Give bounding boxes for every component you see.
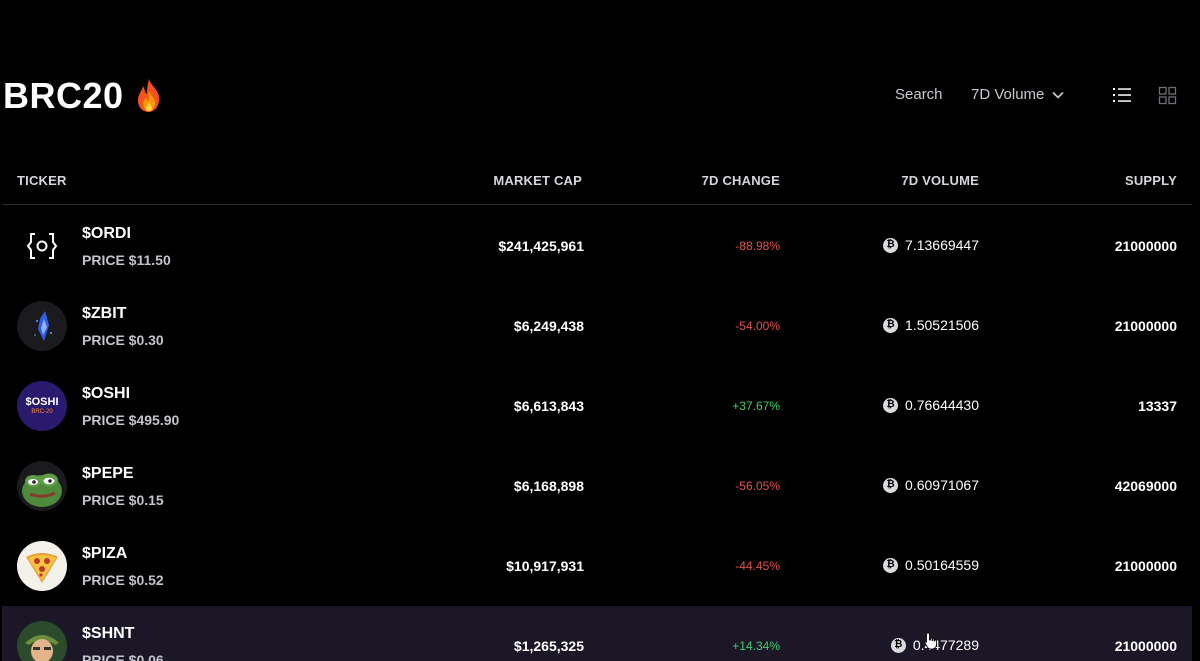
row-7d-volume-value: 0.50164559 [905,557,979,573]
row-7d-volume-value: 7.13669447 [905,237,979,253]
row-7d-volume-value: 0.60971067 [905,477,979,493]
pepe-frog-icon [17,461,67,511]
row-market-cap: $6,249,438 [513,318,584,334]
bitcoin-icon: ₿ [883,557,899,573]
search-button[interactable]: Search [895,86,943,103]
grid-view-icon[interactable] [1158,86,1178,106]
row-7d-change: +37.67% [732,399,780,413]
row-7d-volume-value: 0.4477289 [912,637,979,653]
table-row[interactable]: $OSHI BRC-20 $OSHI PRICE $495.90 $6,613,… [2,366,1192,446]
row-market-cap: $241,425,961 [498,238,584,254]
row-market-cap: $10,917,931 [506,558,584,574]
column-header-ticker[interactable]: TICKER [17,173,67,188]
row-price: PRICE $495.90 [82,412,180,428]
row-ticker: $PIZA [82,545,128,562]
page-title-text: BRC20 [3,75,124,116]
page-title: BRC20 [3,74,164,118]
row-market-cap: $6,613,843 [513,398,584,414]
row-ticker: $ZBIT [82,305,127,322]
column-header-market-cap[interactable]: MARKET CAP [493,173,582,188]
row-ticker: $OSHI [82,385,131,402]
row-7d-change: -54.00% [735,319,780,333]
table-row[interactable]: $PEPE PRICE $0.15 $6,168,898 -56.05% ₿ 0… [2,446,1192,526]
row-supply: 42069000 [1114,478,1177,494]
row-ticker: $SHNT [82,625,135,642]
page-header: BRC20 Search 7D Volume [0,72,1200,120]
row-price: PRICE $0.52 [82,572,164,588]
sort-dropdown[interactable]: 7D Volume [971,86,1064,103]
zbit-logo-icon [17,301,67,351]
page: BRC20 Search 7D Volume TICKER MARKET CAP… [0,0,1200,661]
row-7d-volume: ₿ 7.13669447 [883,237,979,253]
pizza-icon [17,541,67,591]
table-row[interactable]: $PIZA PRICE $0.52 $10,917,931 -44.45% ₿ … [2,526,1192,606]
row-supply: 21000000 [1114,238,1177,254]
table-row[interactable]: $SHNT PRICE $0.06 $1,265,325 +14.34% ₿ 0… [2,606,1192,661]
row-7d-volume: ₿ 1.50521506 [883,317,979,333]
column-header-7d-volume[interactable]: 7D VOLUME [901,173,979,188]
column-header-supply[interactable]: SUPPLY [1125,173,1177,188]
bitcoin-icon: ₿ [883,317,899,333]
bitcoin-icon: ₿ [883,237,899,253]
sort-dropdown-label: 7D Volume [971,86,1045,103]
row-7d-change: +14.34% [732,639,780,653]
bitcoin-icon: ₿ [890,637,906,653]
row-price: PRICE $0.06 [82,652,164,661]
chevron-down-icon [1052,91,1064,99]
row-market-cap: $6,168,898 [513,478,584,494]
table-row[interactable]: $ZBIT PRICE $0.30 $6,249,438 -54.00% ₿ 1… [2,286,1192,366]
row-supply: 21000000 [1114,558,1177,574]
row-price: PRICE $11.50 [82,252,171,268]
row-7d-change: -56.05% [735,479,780,493]
bitcoin-icon: ₿ [883,477,899,493]
row-7d-volume-value: 0.76644430 [905,397,979,413]
row-market-cap: $1,265,325 [513,638,584,654]
ordi-logo-icon [17,221,67,271]
row-ticker: $ORDI [82,225,131,242]
oshi-logo-text: $OSHI [25,395,59,408]
row-7d-volume: ₿ 0.50164559 [883,557,979,573]
row-7d-volume-value: 1.50521506 [905,317,979,333]
bitcoin-icon: ₿ [883,397,899,413]
oshi-logo-icon: $OSHI BRC-20 [17,381,67,431]
fire-icon [137,79,159,112]
shnt-character-icon [17,621,67,661]
column-header-7d-change[interactable]: 7D CHANGE [702,173,780,188]
row-ticker: $PEPE [82,465,134,482]
row-7d-volume: ₿ 0.76644430 [883,397,979,413]
oshi-logo-subtext: BRC-20 [31,408,53,415]
hand-cursor-icon [924,632,937,650]
row-supply: 13337 [1138,398,1177,414]
table-header: TICKER MARKET CAP 7D CHANGE 7D VOLUME SU… [2,160,1192,205]
table-row[interactable]: $ORDI PRICE $11.50 $241,425,961 -88.98% … [2,206,1192,286]
row-price: PRICE $0.30 [82,332,164,348]
row-supply: 21000000 [1114,318,1177,334]
list-view-icon[interactable] [1112,86,1132,104]
row-7d-volume: ₿ 0.60971067 [883,477,979,493]
row-7d-change: -88.98% [735,239,780,253]
row-supply: 21000000 [1114,638,1177,654]
row-price: PRICE $0.15 [82,492,164,508]
row-7d-change: -44.45% [735,559,780,573]
